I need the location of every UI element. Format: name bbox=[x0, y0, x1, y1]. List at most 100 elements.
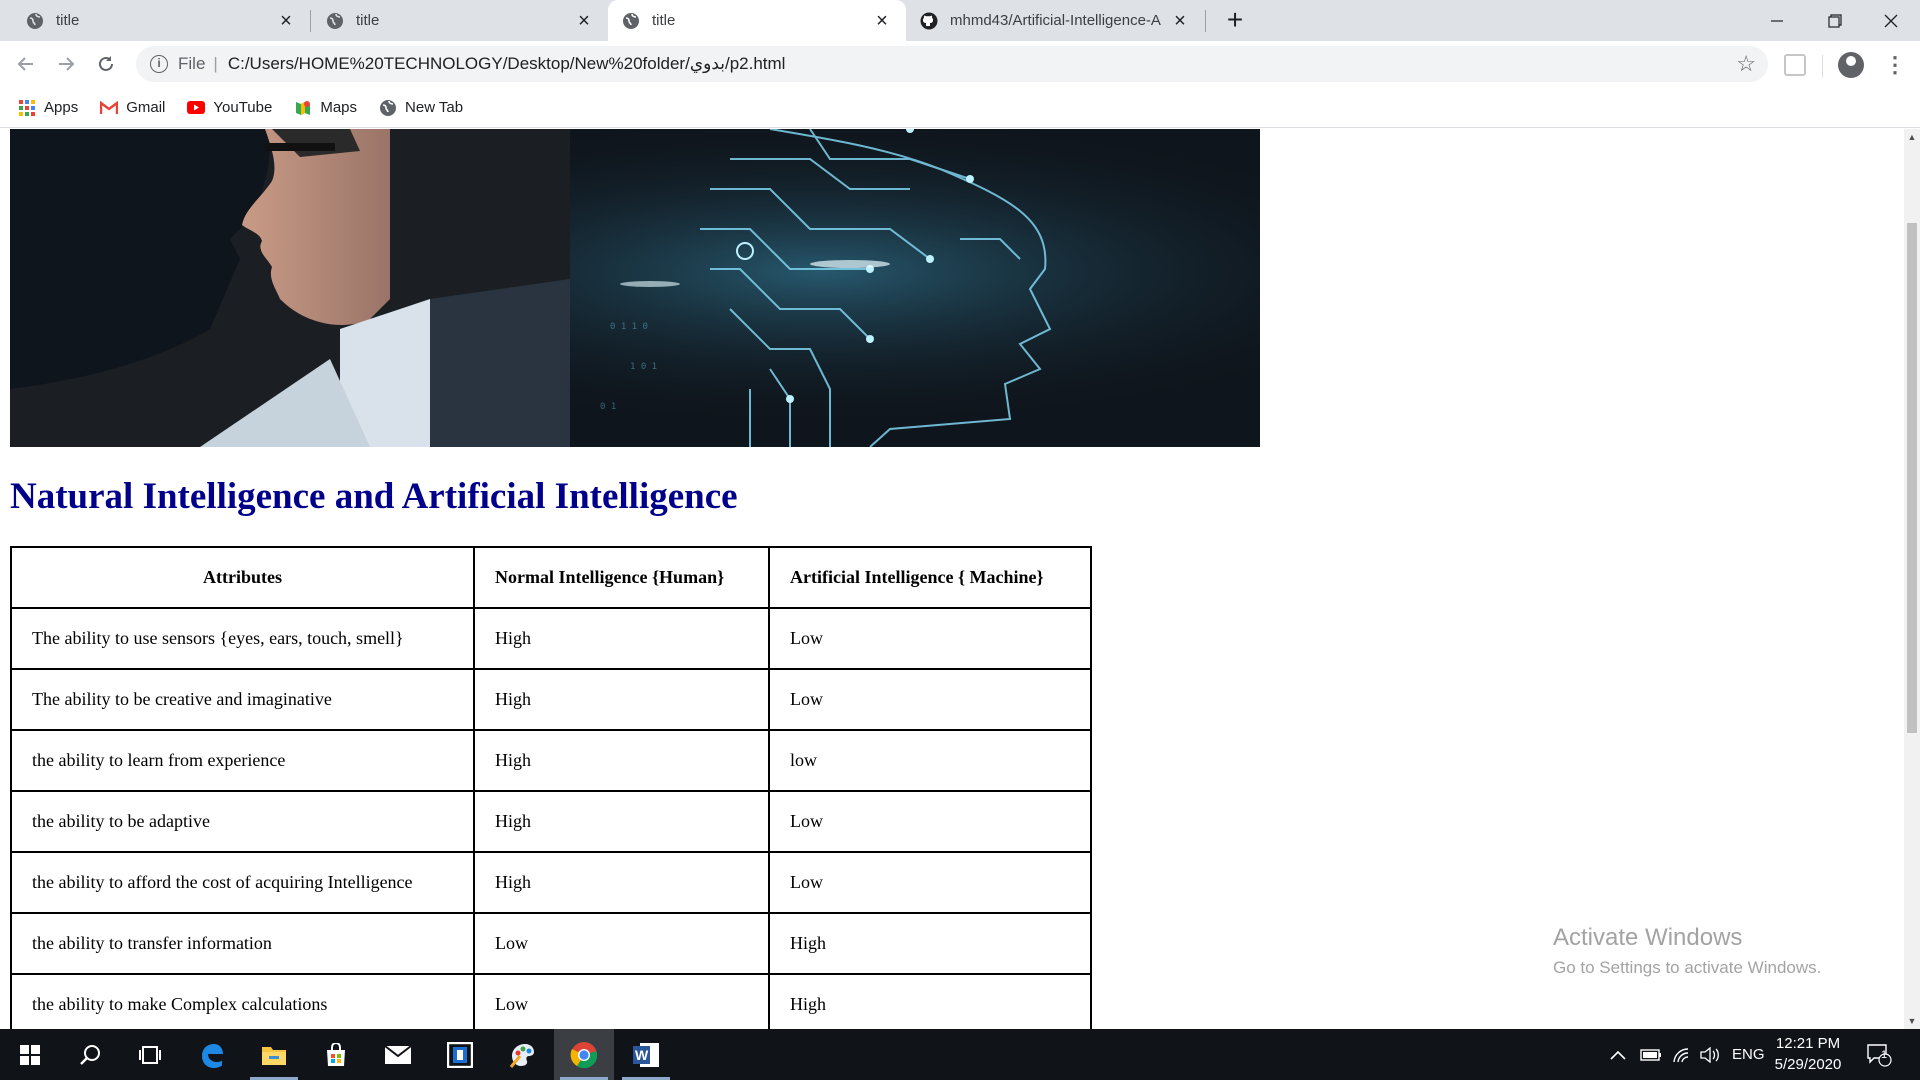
reload-icon[interactable] bbox=[90, 48, 122, 80]
human-cell: Low bbox=[473, 912, 770, 975]
clock-time: 12:21 PM bbox=[1775, 1035, 1841, 1052]
browser-tab[interactable]: title × bbox=[12, 0, 310, 41]
bookmark-maps[interactable]: Maps bbox=[294, 99, 357, 117]
globe-icon bbox=[622, 12, 640, 30]
close-window-icon[interactable] bbox=[1862, 0, 1920, 41]
notification-center-icon[interactable]: 1 bbox=[1866, 1029, 1892, 1080]
attribute-cell: the ability to transfer information bbox=[10, 912, 475, 975]
show-hidden-icons[interactable] bbox=[1610, 1029, 1626, 1080]
tab-title: mhmd43/Artificial-Intelligence-A bbox=[950, 12, 1161, 29]
browser-toolbar: i File | C:/Users/HOME%20TECHNOLOGY/Desk… bbox=[0, 41, 1920, 88]
attribute-cell: the ability to afford the cost of acquir… bbox=[10, 851, 475, 914]
forward-arrow-icon[interactable] bbox=[50, 48, 82, 80]
table-row: The ability to be creative and imaginati… bbox=[10, 668, 1092, 731]
store-icon[interactable] bbox=[306, 1029, 366, 1080]
volume-icon[interactable] bbox=[1700, 1029, 1720, 1080]
chrome-icon[interactable] bbox=[554, 1029, 614, 1080]
task-view-icon[interactable] bbox=[120, 1029, 180, 1080]
new-tab-icon[interactable]: + bbox=[1220, 6, 1250, 36]
attribute-cell: the ability to make Complex calculations bbox=[10, 973, 475, 1029]
bookmark-new-tab[interactable]: New Tab bbox=[379, 99, 463, 117]
wifi-icon[interactable] bbox=[1672, 1029, 1692, 1080]
bookmark-apps[interactable]: Apps bbox=[18, 99, 78, 117]
machine-cell: Low bbox=[768, 851, 1092, 914]
globe-icon bbox=[379, 99, 397, 117]
column-header: Attributes bbox=[10, 546, 475, 609]
close-tab-icon[interactable]: × bbox=[276, 11, 296, 31]
mail-icon[interactable] bbox=[368, 1029, 428, 1080]
scroll-down-icon[interactable]: ▼ bbox=[1904, 1013, 1920, 1029]
table-row: the ability to afford the cost of acquir… bbox=[10, 851, 1092, 914]
address-url[interactable]: C:/Users/HOME%20TECHNOLOGY/Desktop/New%2… bbox=[228, 54, 786, 74]
human-cell: High bbox=[473, 790, 770, 853]
back-arrow-icon[interactable] bbox=[10, 48, 42, 80]
restore-icon[interactable] bbox=[1806, 0, 1864, 41]
svg-text:1 0 1: 1 0 1 bbox=[630, 362, 657, 372]
start-icon[interactable] bbox=[0, 1029, 60, 1080]
page-scrollbar[interactable]: ▲ ▼ bbox=[1904, 129, 1920, 1029]
gmail-icon bbox=[100, 99, 119, 117]
table-row: the ability to be adaptive High Low bbox=[10, 790, 1092, 853]
browser-tab[interactable]: title × bbox=[312, 0, 608, 41]
scroll-up-icon[interactable]: ▲ bbox=[1904, 129, 1920, 145]
human-cell: High bbox=[473, 668, 770, 731]
extension-icon[interactable] bbox=[1784, 54, 1806, 76]
machine-cell: low bbox=[768, 729, 1092, 792]
file-explorer-icon[interactable] bbox=[244, 1029, 304, 1080]
bookmark-gmail[interactable]: Gmail bbox=[100, 99, 165, 117]
more-menu-icon[interactable]: ⋮ bbox=[1884, 51, 1906, 79]
bookmark-youtube[interactable]: YouTube bbox=[187, 99, 272, 117]
attribute-cell: the ability to be adaptive bbox=[10, 790, 475, 853]
github-icon bbox=[920, 12, 938, 30]
tab-title: title bbox=[652, 12, 676, 29]
info-icon[interactable]: i bbox=[150, 55, 168, 73]
globe-icon bbox=[26, 12, 44, 30]
notification-count: 1 bbox=[1881, 1049, 1888, 1061]
edge-icon[interactable] bbox=[182, 1029, 242, 1080]
browser-tab-active[interactable]: title × bbox=[608, 0, 906, 41]
minimize-icon[interactable] bbox=[1748, 0, 1806, 41]
close-tab-icon[interactable]: × bbox=[1170, 11, 1190, 31]
scroll-thumb[interactable] bbox=[1907, 223, 1917, 733]
attribute-cell: the ability to learn from experience bbox=[10, 729, 475, 792]
toolbar-divider bbox=[1822, 55, 1823, 77]
apps-grid-icon bbox=[18, 99, 36, 117]
page-title: Natural Intelligence and Artificial Inte… bbox=[10, 476, 738, 517]
word-icon[interactable]: W bbox=[616, 1029, 676, 1080]
column-header: Artificial Intelligence { Machine} bbox=[768, 546, 1092, 609]
clock-date: 5/29/2020 bbox=[1774, 1056, 1842, 1073]
tab-strip: title × title × title × mhmd43/Artificia… bbox=[0, 0, 1920, 41]
watermark-title: Activate Windows bbox=[1553, 924, 1743, 951]
close-tab-icon[interactable]: × bbox=[872, 11, 892, 31]
browser-tab[interactable]: mhmd43/Artificial-Intelligence-A × bbox=[906, 0, 1204, 41]
maps-icon bbox=[294, 99, 312, 117]
search-icon[interactable] bbox=[60, 1029, 120, 1080]
table-row: the ability to learn from experience Hig… bbox=[10, 729, 1092, 792]
bookmarks-bar: Apps Gmail YouTube Maps New Tab bbox=[0, 88, 1920, 128]
hero-image: 0 1 1 0 1 0 1 0 1 bbox=[10, 129, 1260, 447]
bookmark-label: New Tab bbox=[405, 99, 464, 116]
table-header-row: Attributes Normal Intelligence {Human} A… bbox=[10, 546, 1092, 609]
address-bar[interactable]: i File | C:/Users/HOME%20TECHNOLOGY/Desk… bbox=[136, 46, 1768, 82]
tab-divider bbox=[310, 10, 311, 32]
app-icon[interactable] bbox=[430, 1029, 490, 1080]
attribute-cell: The ability to be creative and imaginati… bbox=[10, 668, 475, 731]
system-clock[interactable]: 12:21 PM 5/29/2020 bbox=[1764, 1033, 1852, 1075]
youtube-icon bbox=[187, 99, 206, 117]
bookmark-star-icon[interactable]: ☆ bbox=[1736, 53, 1756, 75]
machine-cell: Low bbox=[768, 607, 1092, 670]
language-indicator[interactable]: ENG bbox=[1732, 1029, 1765, 1080]
column-header: Normal Intelligence {Human} bbox=[473, 546, 770, 609]
close-tab-icon[interactable]: × bbox=[574, 11, 594, 31]
bookmark-label: Apps bbox=[44, 99, 79, 116]
machine-cell: High bbox=[768, 912, 1092, 975]
profile-avatar-icon[interactable] bbox=[1838, 52, 1864, 78]
machine-cell: Low bbox=[768, 790, 1092, 853]
battery-icon[interactable] bbox=[1640, 1029, 1662, 1080]
tab-title: title bbox=[356, 12, 380, 29]
machine-cell: Low bbox=[768, 668, 1092, 731]
paint-icon[interactable] bbox=[492, 1029, 552, 1080]
table-row: The ability to use sensors {eyes, ears, … bbox=[10, 607, 1092, 670]
machine-cell: High bbox=[768, 973, 1092, 1029]
tab-title: title bbox=[56, 12, 80, 29]
